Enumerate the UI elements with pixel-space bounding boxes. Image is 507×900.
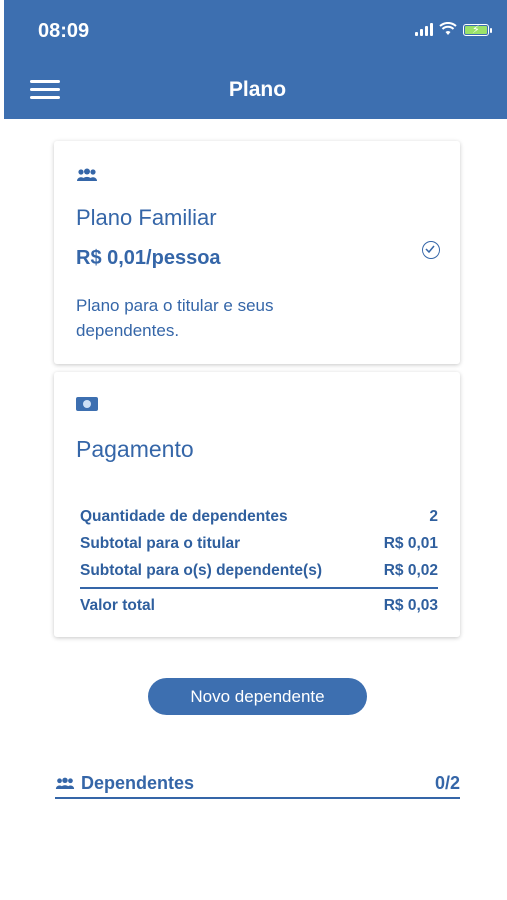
plan-price: R$ 0,01/pessoa — [76, 247, 221, 269]
row-label: Quantidade de dependentes — [80, 507, 288, 525]
payment-row: Subtotal para o titular R$ 0,01 — [80, 530, 438, 557]
payment-title: Pagamento — [76, 436, 194, 462]
row-value: R$ 0,01 — [383, 534, 438, 552]
plan-description: Plano para o titular e seus dependentes. — [76, 296, 274, 340]
wifi-icon — [439, 22, 457, 35]
plan-card[interactable]: Plano Familiar R$ 0,01/pessoa Plano para… — [54, 141, 460, 364]
dependents-header[interactable]: Dependentes 0/2 — [55, 768, 460, 798]
payment-card: Pagamento Quantidade de dependentes 2 Su… — [54, 372, 460, 637]
status-icons: ⚡ — [415, 22, 492, 36]
app-header: 08:09 ⚡ Plano — [4, 0, 507, 119]
money-icon — [76, 397, 98, 411]
check-circle-icon — [422, 241, 440, 259]
signal-icon — [415, 22, 433, 36]
battery-icon: ⚡ — [463, 24, 492, 36]
row-label: Subtotal para o titular — [80, 534, 241, 552]
total-label: Valor total — [80, 597, 155, 614]
new-dependent-button[interactable]: Novo dependente — [148, 678, 367, 715]
dependents-count: 0/2 — [434, 772, 460, 793]
row-value: 2 — [429, 507, 438, 525]
divider — [55, 797, 460, 799]
payment-row: Subtotal para o(s) dependente(s) R$ 0,02 — [80, 557, 438, 584]
total-value: R$ 0,03 — [383, 597, 438, 614]
dependents-label: Dependentes — [81, 772, 195, 793]
divider — [80, 587, 438, 589]
status-time: 08:09 — [38, 20, 90, 42]
row-label: Subtotal para o(s) dependente(s) — [80, 561, 322, 579]
row-value: R$ 0,02 — [383, 561, 438, 579]
people-icon — [77, 168, 97, 181]
plan-name: Plano Familiar — [76, 205, 217, 230]
dependents-title: Dependentes — [55, 773, 194, 794]
total-row: Valor total R$ 0,03 — [80, 591, 438, 621]
payment-row: Quantidade de dependentes 2 — [80, 503, 438, 530]
payment-summary: Quantidade de dependentes 2 Subtotal par… — [80, 503, 438, 621]
page-title: Plano — [228, 78, 287, 101]
people-icon — [55, 777, 75, 789]
